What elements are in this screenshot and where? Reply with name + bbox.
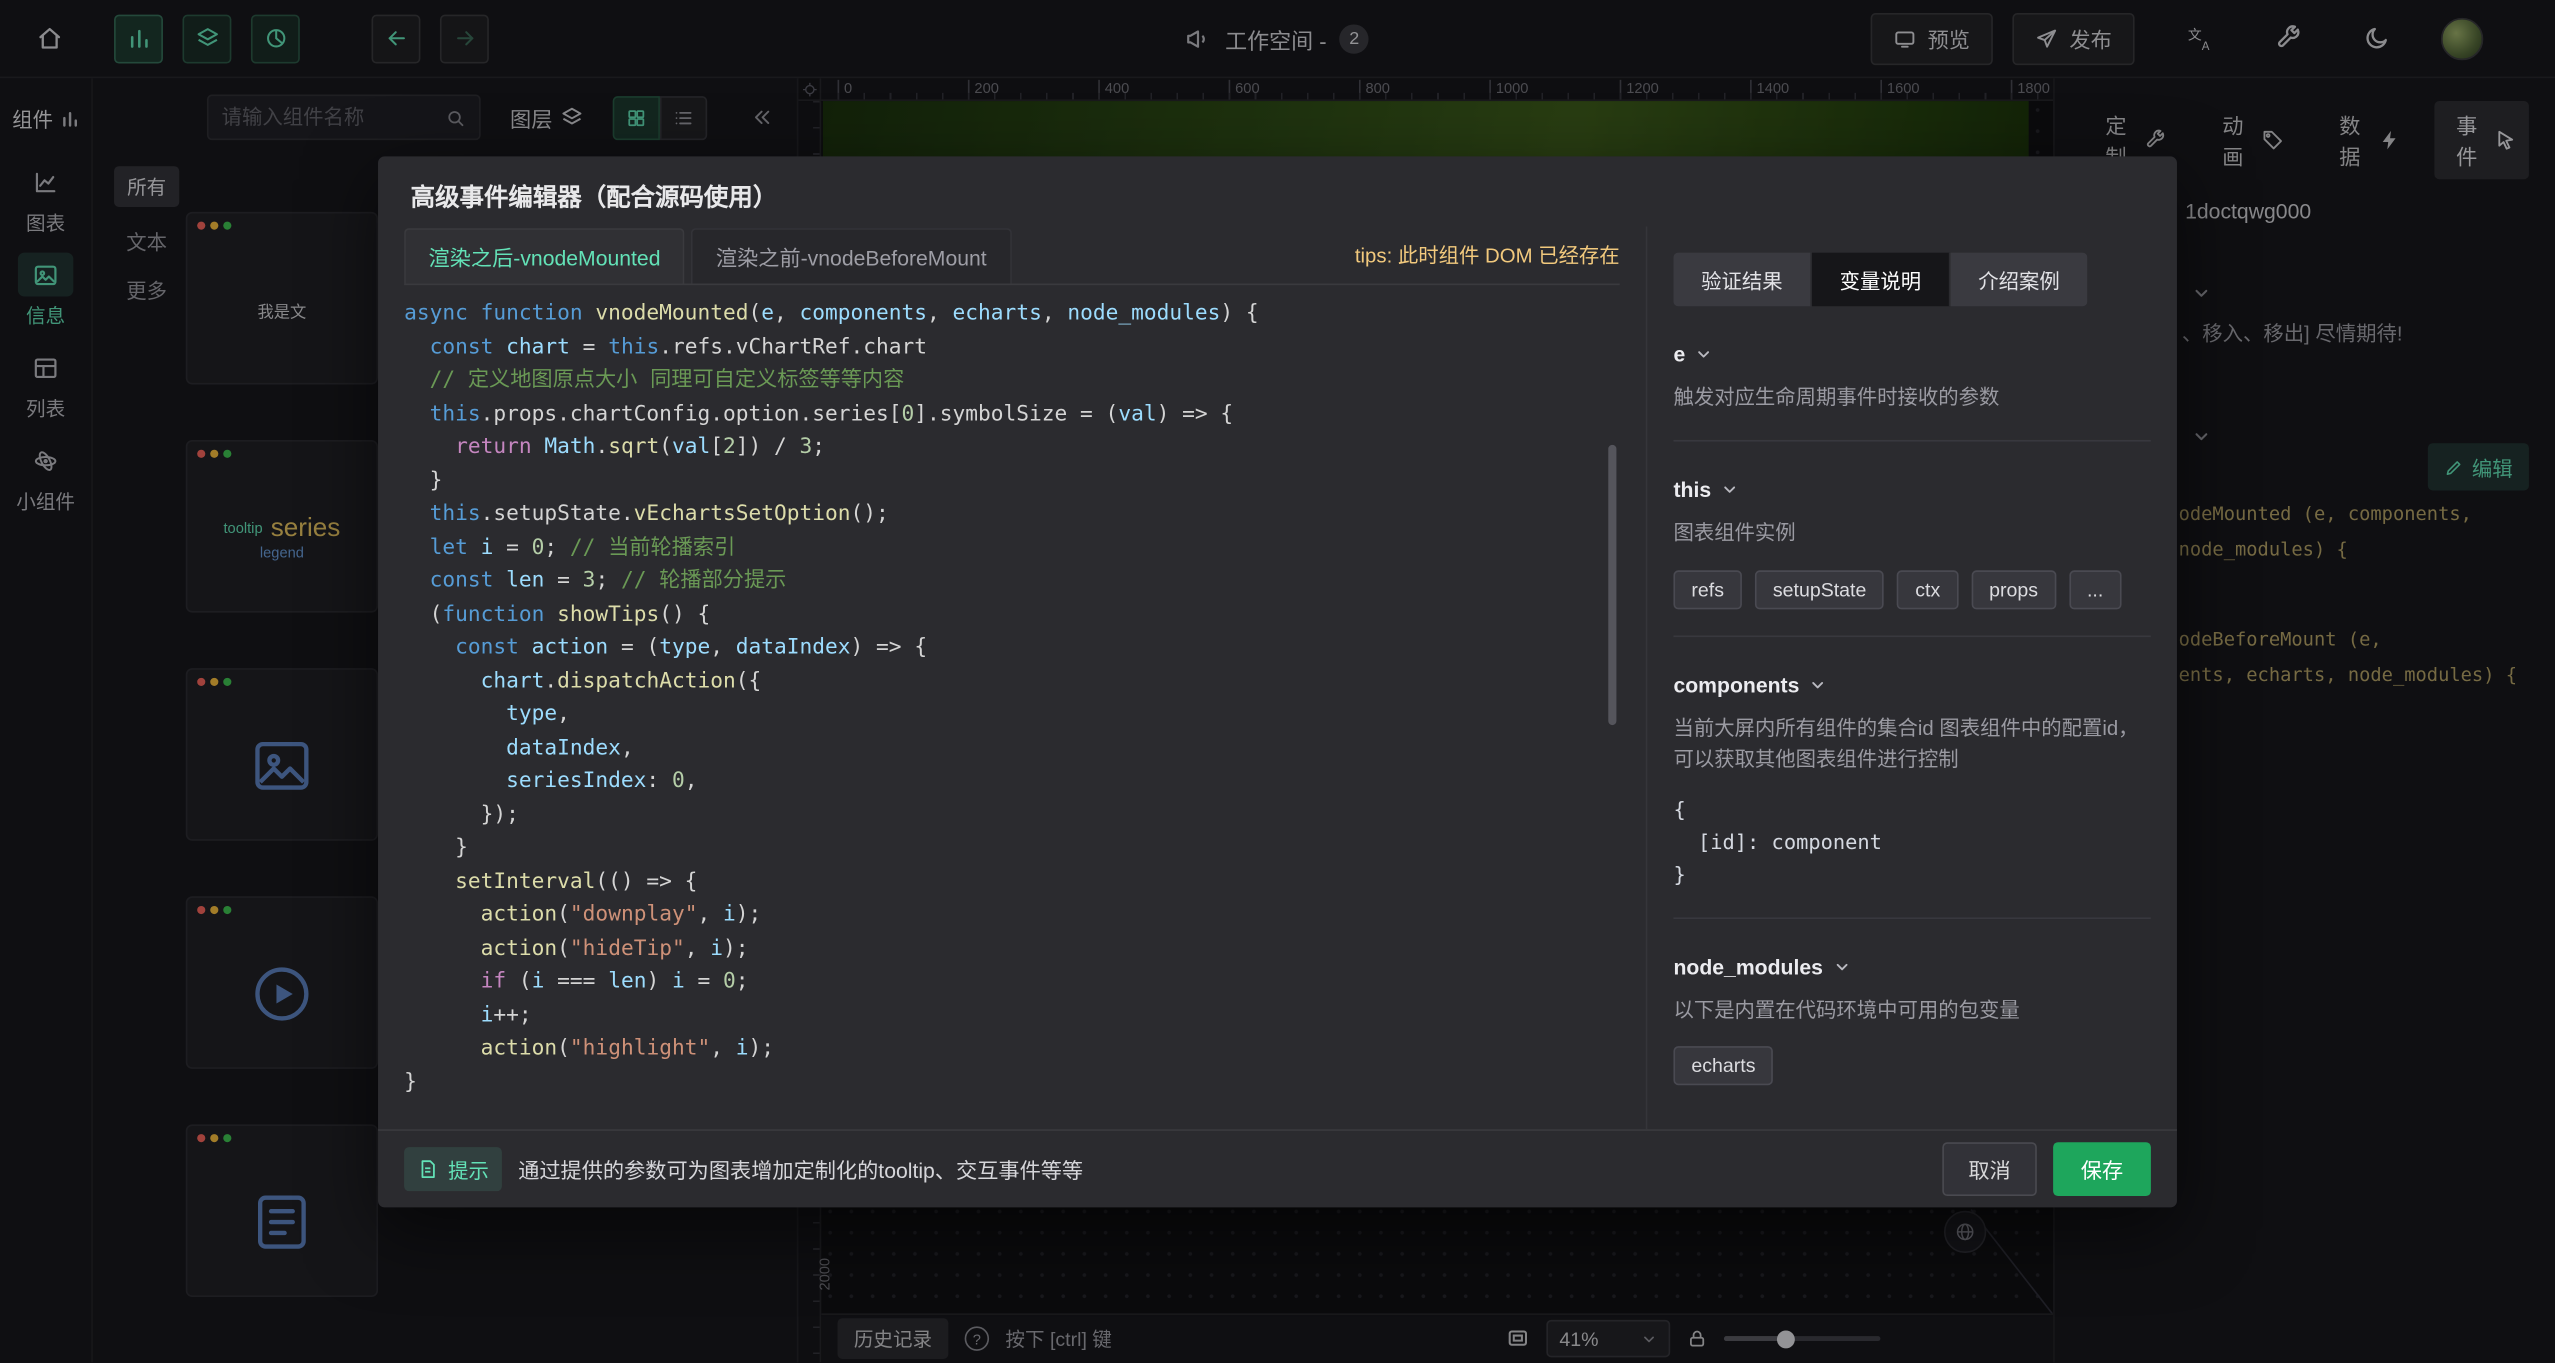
cancel-button[interactable]: 取消: [1942, 1142, 2037, 1196]
var-name: components: [1673, 673, 1799, 697]
docs-column: 验证结果 变量说明 介绍案例 e 触发对应生命周期事件时接收的参数 this: [1646, 226, 2151, 1129]
tip-label: 提示: [448, 1154, 489, 1185]
tag-ctx[interactable]: ctx: [1897, 570, 1958, 609]
modal-body: 渲染之后-vnodeMounted 渲染之前-vnodeBeforeMount …: [378, 226, 2177, 1129]
var-name: this: [1673, 478, 1711, 502]
event-editor-modal: 高级事件编辑器（配合源码使用） 渲染之后-vnodeMounted 渲染之前-v…: [378, 156, 2177, 1207]
save-button[interactable]: 保存: [2053, 1142, 2151, 1196]
tag-echarts[interactable]: echarts: [1673, 1046, 1773, 1085]
chevron-down-icon: [1695, 345, 1713, 363]
var-section-e: e 触发对应生命周期事件时接收的参数: [1673, 342, 2150, 442]
var-name: e: [1673, 342, 1685, 366]
var-name-row[interactable]: components: [1673, 673, 2150, 697]
editor-scrollbar[interactable]: [1608, 445, 1616, 725]
docs-tabs: 验证结果 变量说明 介绍案例: [1673, 253, 2087, 307]
tab-vnode-mounted[interactable]: 渲染之后-vnodeMounted: [404, 228, 685, 283]
var-name-row[interactable]: this: [1673, 478, 2150, 502]
tip-text: 通过提供的参数可为图表增加定制化的tooltip、交互事件等等: [518, 1154, 1083, 1185]
var-description: 触发对应生命周期事件时接收的参数: [1673, 383, 2150, 415]
var-tags: echarts: [1673, 1046, 2150, 1085]
chevron-down-icon: [1721, 481, 1739, 499]
tips-text: tips: 此时组件 DOM 已经存在: [1355, 238, 1620, 284]
var-description: 以下是内置在代码环境中可用的包变量: [1673, 995, 2150, 1027]
tag-setupstate[interactable]: setupState: [1755, 570, 1884, 609]
document-icon: [417, 1159, 438, 1180]
app-root: 工作空间 - 2 预览 发布 文A: [0, 0, 2555, 1362]
var-section-this: this 图表组件实例 refs setupState ctx props ..…: [1673, 478, 2150, 637]
chevron-down-icon: [1809, 676, 1827, 694]
var-description: 图表组件实例: [1673, 519, 2150, 551]
var-code-sample: { [id]: component }: [1673, 793, 2150, 891]
modal-title: 高级事件编辑器（配合源码使用）: [378, 156, 2177, 226]
var-section-node-modules: node_modules 以下是内置在代码环境中可用的包变量 echarts: [1673, 954, 2150, 1085]
tag-more[interactable]: ...: [2069, 570, 2121, 609]
tab-examples[interactable]: 介绍案例: [1951, 253, 2088, 307]
code-editor[interactable]: async function vnodeMounted(e, component…: [404, 298, 1620, 1103]
tip-pill: 提示: [404, 1147, 502, 1191]
chevron-down-icon: [1833, 957, 1851, 975]
var-tags: refs setupState ctx props ...: [1673, 570, 2150, 609]
tab-variable-docs[interactable]: 变量说明: [1812, 253, 1951, 307]
lifecycle-tabs: 渲染之后-vnodeMounted 渲染之前-vnodeBeforeMount …: [404, 226, 1620, 285]
var-name-row[interactable]: node_modules: [1673, 954, 2150, 978]
editor-column: 渲染之后-vnodeMounted 渲染之前-vnodeBeforeMount …: [404, 226, 1620, 1129]
var-section-components: components 当前大屏内所有组件的集合id 图表组件中的配置id，可以获…: [1673, 673, 2150, 919]
var-description: 当前大屏内所有组件的集合id 图表组件中的配置id，可以获取其他图表组件进行控制: [1673, 713, 2150, 776]
code-editor-lines: async function vnodeMounted(e, component…: [404, 298, 1620, 1100]
var-name-row[interactable]: e: [1673, 342, 2150, 366]
modal-footer: 提示 通过提供的参数可为图表增加定制化的tooltip、交互事件等等 取消 保存: [378, 1129, 2177, 1207]
tab-vnode-before-mount[interactable]: 渲染之前-vnodeBeforeMount: [691, 228, 1011, 283]
var-name: node_modules: [1673, 954, 1823, 978]
tag-refs[interactable]: refs: [1673, 570, 1741, 609]
tag-props[interactable]: props: [1971, 570, 2056, 609]
tab-validation-result[interactable]: 验证结果: [1673, 253, 1812, 307]
